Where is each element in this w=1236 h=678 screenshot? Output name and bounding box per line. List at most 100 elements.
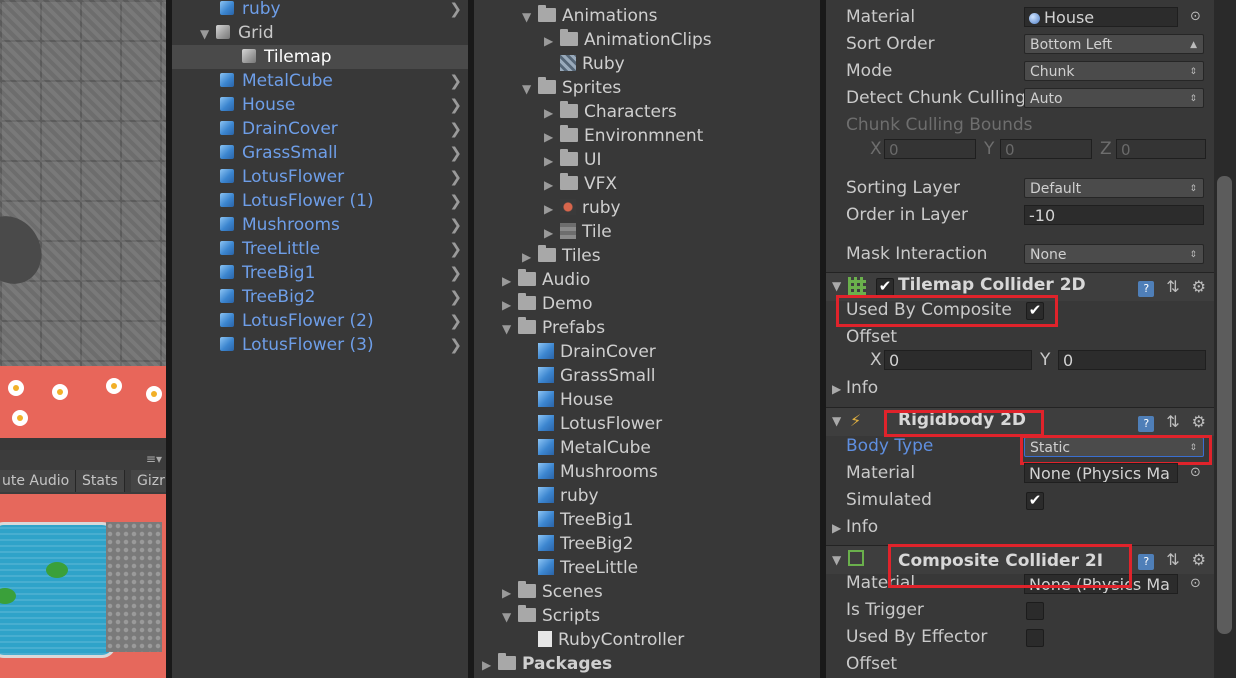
hierarchy-item-treebig2[interactable]: TreeBig2 ❯ [172,285,468,309]
project-item[interactable]: ▶ Demo [474,292,820,316]
gear-icon[interactable]: ⚙ [1192,550,1206,569]
chevron-right-icon[interactable]: ❯ [449,237,462,261]
bounds-x-field[interactable]: 0 [884,139,976,159]
object-picker-icon[interactable]: ⊙ [1190,576,1201,591]
expand-arrow-icon[interactable]: ▼ [502,605,518,629]
stats-button[interactable]: Stats [76,470,125,492]
sort-order-dropdown[interactable]: Bottom Left ▲ [1024,34,1204,54]
hierarchy-item-grasssmall[interactable]: GrassSmall ❯ [172,141,468,165]
bounds-z-field[interactable]: 0 [1116,139,1206,159]
is-trigger-checkbox[interactable] [1026,602,1044,620]
project-item[interactable]: ▶ UI [474,148,820,172]
hierarchy-item-treelittle[interactable]: TreeLittle ❯ [172,237,468,261]
help-icon[interactable]: ? [1138,554,1155,570]
chevron-right-icon[interactable]: ❯ [449,93,462,117]
inspector-scrollbar[interactable] [1214,0,1236,678]
project-item[interactable]: House [474,388,820,412]
component-enabled-checkbox[interactable]: ✔ [876,278,894,296]
project-item[interactable]: ▼ Prefabs [474,316,820,340]
fold-arrow-icon[interactable]: ▼ [832,553,841,567]
project-item[interactable]: ruby [474,484,820,508]
hierarchy-item-metalcube[interactable]: MetalCube ❯ [172,69,468,93]
project-item[interactable]: ▼ Animations [474,4,820,28]
hierarchy-item-treebig1[interactable]: TreeBig1 ❯ [172,261,468,285]
info-label[interactable]: Info [846,376,878,400]
chevron-right-icon[interactable]: ❯ [449,213,462,237]
project-item[interactable]: TreeBig2 [474,532,820,556]
chevron-right-icon[interactable]: ❯ [449,285,462,309]
bounds-y-field[interactable]: 0 [1000,139,1092,159]
expand-arrow-icon[interactable]: ▶ [544,125,560,149]
project-item[interactable]: Mushrooms [474,460,820,484]
preset-icon[interactable]: ⇅ [1166,277,1179,296]
hierarchy-item-house[interactable]: House ❯ [172,93,468,117]
expand-arrow-icon[interactable]: ▼ [502,317,518,341]
expand-arrow-icon[interactable]: ▶ [544,173,560,197]
rigidbody-material-field[interactable]: None (Physics Ma [1024,463,1178,483]
expand-arrow-icon[interactable]: ▼ [522,77,538,101]
simulated-checkbox[interactable]: ✔ [1026,492,1044,510]
expand-arrow-icon[interactable]: ▶ [502,269,518,293]
offset-x-field[interactable]: 0 [884,350,1032,370]
fold-arrow-icon[interactable]: ▼ [832,414,841,428]
info-fold-arrow-icon[interactable]: ▶ [832,382,841,396]
hierarchy-item-lotusflower-3[interactable]: LotusFlower (3) ❯ [172,333,468,357]
project-item[interactable]: ▶ Packages [474,652,820,676]
project-item[interactable]: ▶ Characters [474,100,820,124]
expand-arrow-icon[interactable]: ▶ [544,221,560,245]
scrollbar-thumb[interactable] [1217,176,1232,634]
order-in-layer-field[interactable]: -10 [1024,205,1204,225]
mode-dropdown[interactable]: Chunk ⇕ [1024,61,1204,81]
used-by-effector-checkbox[interactable] [1026,629,1044,647]
game-view[interactable] [0,494,166,678]
detect-chunk-culling-dropdown[interactable]: Auto ⇕ [1024,88,1204,108]
expand-arrow-icon[interactable]: ▶ [502,293,518,317]
project-item[interactable]: RubyController [474,628,820,652]
gear-icon[interactable]: ⚙ [1192,277,1206,296]
object-picker-icon[interactable]: ⊙ [1190,9,1201,24]
project-item[interactable]: ▶ Tile [474,220,820,244]
mute-audio-button[interactable]: ute Audio [0,470,77,492]
chevron-right-icon[interactable]: ❯ [449,333,462,357]
project-item[interactable]: GrassSmall [474,364,820,388]
chevron-right-icon[interactable]: ❯ [449,309,462,333]
project-item[interactable]: TreeBig1 [474,508,820,532]
offset-y-field[interactable]: 0 [1058,350,1206,370]
project-item[interactable]: ▶ Scenes [474,580,820,604]
hierarchy-item-draincover[interactable]: DrainCover ❯ [172,117,468,141]
info-fold-arrow-icon[interactable]: ▶ [832,521,841,535]
hierarchy-item-tilemap[interactable]: Tilemap [172,45,468,69]
project-item[interactable]: ▶ Environmnent [474,124,820,148]
preset-icon[interactable]: ⇅ [1166,550,1179,569]
project-item[interactable]: ▼ Scripts [474,604,820,628]
gear-icon[interactable]: ⚙ [1192,412,1206,431]
mask-interaction-dropdown[interactable]: None ⇕ [1024,244,1204,264]
expand-arrow-icon[interactable]: ▶ [522,245,538,269]
material-field[interactable]: House [1024,7,1178,27]
expand-arrow-icon[interactable]: ▼ [200,22,216,46]
project-item[interactable]: TreeLittle [474,556,820,580]
panel-menu-icon[interactable]: ≡▾ [146,452,162,466]
hierarchy-item-mushrooms[interactable]: Mushrooms ❯ [172,213,468,237]
project-item[interactable]: LotusFlower [474,412,820,436]
chevron-right-icon[interactable]: ❯ [449,141,462,165]
sorting-layer-dropdown[interactable]: Default ⇕ [1024,178,1204,198]
expand-arrow-icon[interactable]: ▶ [482,653,498,677]
hierarchy-item-lotusflower-2[interactable]: LotusFlower (2) ❯ [172,309,468,333]
scene-view[interactable] [0,0,166,438]
expand-arrow-icon[interactable]: ▶ [544,197,560,221]
project-item[interactable]: ▼ Sprites [474,76,820,100]
fold-arrow-icon[interactable]: ▼ [832,279,841,293]
expand-arrow-icon[interactable]: ▼ [522,5,538,29]
project-item[interactable]: ▶ Audio [474,268,820,292]
expand-arrow-icon[interactable]: ▶ [502,581,518,605]
expand-arrow-icon[interactable]: ▶ [544,29,560,53]
expand-arrow-icon[interactable]: ▶ [544,149,560,173]
hierarchy-item-lotusflower[interactable]: LotusFlower ❯ [172,165,468,189]
project-item[interactable]: ▶ Tiles [474,244,820,268]
object-picker-icon[interactable]: ⊙ [1190,465,1201,480]
chevron-right-icon[interactable]: ❯ [449,189,462,213]
chevron-right-icon[interactable]: ❯ [449,117,462,141]
help-icon[interactable]: ? [1138,416,1155,432]
rigidbody-info-label[interactable]: Info [846,515,878,539]
